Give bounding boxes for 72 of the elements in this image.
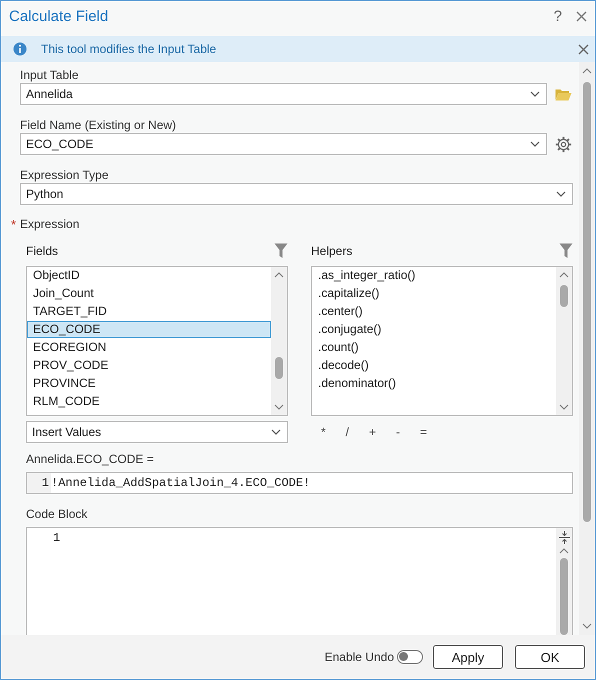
chevron-up-icon[interactable] bbox=[274, 272, 284, 278]
close-icon[interactable] bbox=[578, 44, 589, 54]
chevron-up-icon[interactable] bbox=[559, 548, 569, 554]
list-item[interactable]: .center() bbox=[312, 303, 556, 320]
chevron-down-icon bbox=[556, 191, 566, 197]
chevron-down-icon bbox=[530, 141, 540, 147]
gear-icon[interactable] bbox=[554, 136, 572, 152]
window-title: Calculate Field bbox=[9, 8, 108, 24]
chevron-down-icon[interactable] bbox=[559, 404, 569, 410]
insert-values-dropdown[interactable]: Insert Values bbox=[26, 421, 288, 443]
expression-editor[interactable]: 1 !Annelida_AddSpatialJoin_4.ECO_CODE! bbox=[26, 472, 573, 494]
dialog-button[interactable]: Apply bbox=[433, 645, 503, 669]
field-name-dropdown[interactable]: ECO_CODE bbox=[20, 133, 547, 155]
list-item[interactable]: .capitalize() bbox=[312, 285, 556, 302]
chevron-up-icon[interactable] bbox=[559, 272, 569, 278]
scrollbar[interactable] bbox=[579, 62, 595, 635]
required-mark: * bbox=[10, 216, 18, 232]
section-label: Code Block bbox=[26, 506, 88, 522]
list-item[interactable]: ECO_CODE bbox=[27, 321, 271, 338]
info-message: This tool modifies the Input Table bbox=[41, 42, 218, 56]
scrollbar[interactable] bbox=[556, 267, 572, 415]
list-item[interactable]: PROVINCE bbox=[27, 375, 271, 392]
operator-button[interactable]: + bbox=[369, 425, 376, 439]
toggle-label: Enable Undo bbox=[324, 650, 394, 664]
chevron-up-icon[interactable] bbox=[582, 68, 592, 74]
list-item[interactable]: Join_Count bbox=[27, 285, 271, 302]
list-label: Fields bbox=[26, 244, 58, 258]
scrollbar[interactable] bbox=[271, 267, 287, 415]
list-item[interactable]: TARGET_FID bbox=[27, 303, 271, 320]
list-item[interactable]: ObjectID bbox=[27, 267, 271, 284]
info-icon bbox=[13, 42, 27, 56]
chevron-down-icon bbox=[530, 91, 540, 97]
field-label: Input Table bbox=[20, 67, 80, 83]
filter-icon[interactable] bbox=[559, 243, 573, 259]
filter-icon[interactable] bbox=[274, 243, 288, 259]
chevron-down-icon bbox=[271, 429, 281, 435]
list-item[interactable]: ECOREGION bbox=[27, 339, 271, 356]
line-number: 1 bbox=[53, 531, 60, 545]
fields-list[interactable]: ObjectID Join_Count TARGET_FID ECO_CODE ECOREGION PROV_CODE PROVINCE RLM_CODE bbox=[26, 266, 288, 416]
operator-button[interactable]: * bbox=[321, 425, 326, 439]
list-item[interactable]: PROV_CODE bbox=[27, 357, 271, 374]
list-item[interactable]: RLM_CODE bbox=[27, 393, 271, 410]
list-item[interactable]: .decode() bbox=[312, 357, 556, 374]
dialog-button[interactable]: OK bbox=[515, 645, 585, 669]
chevron-down-icon[interactable] bbox=[274, 404, 284, 410]
chevron-down-icon[interactable] bbox=[582, 623, 592, 629]
line-number: 1 bbox=[27, 473, 51, 493]
code-text: !Annelida_AddSpatialJoin_4.ECO_CODE! bbox=[51, 476, 310, 490]
operator-button[interactable]: / bbox=[346, 425, 350, 439]
scrollbar-thumb[interactable] bbox=[560, 285, 568, 307]
expression-type-dropdown[interactable]: Python bbox=[20, 183, 573, 205]
help-button[interactable]: ? bbox=[554, 8, 562, 24]
close-icon[interactable] bbox=[576, 10, 587, 22]
scrollbar-thumb[interactable] bbox=[560, 558, 568, 635]
scrollbar-thumb[interactable] bbox=[583, 82, 591, 522]
split-icon[interactable] bbox=[558, 531, 570, 544]
operator-button[interactable]: = bbox=[420, 425, 428, 439]
helpers-list[interactable]: .as_integer_ratio() .capitalize() .center() .conjugate() .count() .decode() .denominator() bbox=[311, 266, 573, 416]
field-label: Expression Type bbox=[20, 167, 110, 183]
scrollbar-thumb[interactable] bbox=[275, 357, 283, 379]
section-label: Expression bbox=[20, 216, 80, 232]
list-item[interactable]: .as_integer_ratio() bbox=[312, 267, 556, 284]
list-item[interactable]: .count() bbox=[312, 339, 556, 356]
expression-target: Annelida.ECO_CODE = bbox=[26, 451, 155, 467]
list-item[interactable]: .denominator() bbox=[312, 375, 556, 392]
field-label: Field Name (Existing or New) bbox=[20, 117, 178, 133]
list-item[interactable]: .conjugate() bbox=[312, 321, 556, 338]
code-block-editor[interactable]: 1 bbox=[26, 527, 573, 635]
list-label: Helpers bbox=[311, 244, 352, 258]
input-table-dropdown[interactable]: Annelida bbox=[20, 83, 547, 105]
enable-undo-toggle[interactable] bbox=[397, 650, 423, 664]
operator-button[interactable]: - bbox=[396, 425, 400, 439]
